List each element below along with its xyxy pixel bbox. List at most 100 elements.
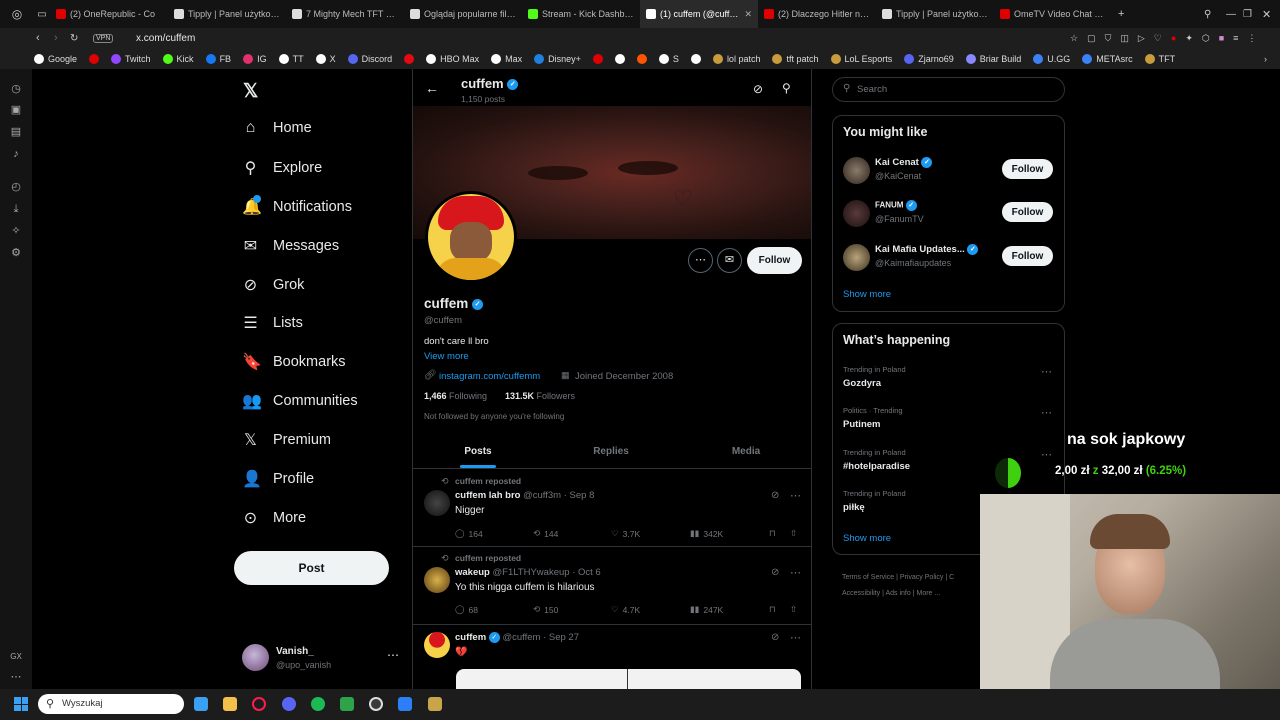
nav-item-grok[interactable]: ⊘ Grok bbox=[242, 275, 305, 295]
profile-search-icon[interactable]: ⚲ bbox=[782, 81, 791, 95]
settings-icon[interactable]: ⚙ bbox=[10, 247, 22, 259]
minimize-icon[interactable]: — bbox=[1226, 9, 1236, 20]
share-action[interactable]: ⇧ bbox=[790, 528, 797, 539]
bookmark-item[interactable]: Zjarno69 bbox=[904, 53, 954, 64]
play-icon[interactable]: ▷ bbox=[1138, 33, 1145, 44]
menu-icon[interactable]: ≡ bbox=[1233, 33, 1238, 44]
nav-item-communities[interactable]: 👥 Communities bbox=[242, 391, 358, 411]
bookmark-item[interactable]: Google bbox=[34, 53, 77, 64]
gx-icon[interactable]: GX bbox=[10, 651, 22, 663]
downloads-icon[interactable]: ⤓ bbox=[10, 203, 22, 215]
browser-tab[interactable]: Oglądaj popularne filmy bbox=[404, 0, 522, 28]
opera-gx-icon[interactable] bbox=[252, 697, 266, 711]
close-window-icon[interactable]: ✕ bbox=[1262, 8, 1271, 21]
footer-more[interactable]: More ... bbox=[917, 590, 941, 597]
post-author-handle[interactable]: @cuff3m bbox=[523, 490, 561, 501]
repost-action[interactable]: ⟲ 150 bbox=[533, 604, 558, 615]
footer-ads[interactable]: Ads info bbox=[885, 590, 910, 597]
post-date[interactable]: Sep 8 bbox=[570, 490, 595, 501]
post-more-icon[interactable]: ⋯ bbox=[790, 566, 801, 579]
post-avatar[interactable] bbox=[424, 567, 450, 593]
post-media[interactable] bbox=[456, 669, 801, 689]
trend-item[interactable]: Trending in Poland Gozdyra ⋯ bbox=[833, 365, 1064, 397]
windows-start-icon[interactable] bbox=[14, 697, 28, 711]
post-more-icon[interactable]: ⋯ bbox=[790, 489, 801, 502]
bookmark-item[interactable]: Discord bbox=[347, 53, 392, 64]
camera-icon[interactable]: ◫ bbox=[1120, 33, 1129, 44]
wallet-icon[interactable]: ⬡ bbox=[1202, 33, 1210, 44]
suggestion-avatar[interactable] bbox=[843, 244, 870, 271]
forward-icon[interactable]: › bbox=[54, 32, 58, 44]
history-icon[interactable]: ◴ bbox=[10, 181, 22, 193]
following-stat[interactable]: 1,466 Following bbox=[424, 391, 487, 401]
post-item[interactable]: ⟲ cuffem reposted cuffem lah bro @cuff3m… bbox=[413, 470, 811, 547]
bookmark-item[interactable] bbox=[614, 53, 625, 64]
bookmark-item[interactable]: tft patch bbox=[772, 53, 819, 64]
suggestion-follow-button[interactable]: Follow bbox=[1002, 159, 1053, 179]
screenshot-icon[interactable]: ▢ bbox=[1087, 33, 1096, 44]
nav-item-bookmarks[interactable]: 🔖 Bookmarks bbox=[242, 352, 346, 372]
heart-icon[interactable]: ♡ bbox=[1154, 33, 1162, 44]
browser-logo-icon[interactable]: ◎ bbox=[0, 7, 34, 21]
bookmark-item[interactable]: Disney+ bbox=[534, 53, 581, 64]
post-date[interactable]: Oct 6 bbox=[578, 567, 601, 578]
browser-tab[interactable]: (2) Dlaczego Hitler nien bbox=[758, 0, 876, 28]
bookmark-item[interactable]: IG bbox=[243, 53, 267, 64]
bookmark-item[interactable]: lol patch bbox=[712, 53, 760, 64]
repost-action[interactable]: ⟲ 144 bbox=[533, 528, 558, 539]
vpn-badge[interactable]: VPN bbox=[93, 33, 114, 43]
footer-privacy[interactable]: Privacy Policy bbox=[900, 574, 944, 581]
messenger-icon[interactable]: ▣ bbox=[10, 104, 22, 116]
nav-item-lists[interactable]: ☰ Lists bbox=[242, 313, 303, 333]
grok-analyze-icon[interactable]: ⊘ bbox=[753, 82, 763, 96]
post-author-name[interactable]: cuffem lah bro bbox=[455, 490, 520, 501]
nav-item-explore[interactable]: ⚲ Explore bbox=[242, 158, 323, 178]
views-action[interactable]: ▮▮ 247K bbox=[690, 604, 723, 615]
like-action[interactable]: ♡ 4.7K bbox=[611, 604, 640, 615]
maximize-icon[interactable]: ❐ bbox=[1243, 9, 1252, 20]
bookmark-item[interactable]: TFT bbox=[1144, 53, 1175, 64]
nav-item-profile[interactable]: 👤 Profile bbox=[242, 469, 314, 489]
post-date[interactable]: Sep 27 bbox=[549, 632, 579, 643]
post-grok-icon[interactable]: ⊘ bbox=[771, 490, 779, 501]
suggestion-item[interactable]: Kai Mafia Updates... ✓ @Kaimafiaupdates Fo… bbox=[833, 242, 1064, 274]
url-field[interactable]: x.com/cuffem bbox=[136, 33, 195, 44]
back-icon[interactable]: ‹ bbox=[36, 32, 40, 44]
suggestion-follow-button[interactable]: Follow bbox=[1002, 202, 1053, 222]
trend-more-icon[interactable]: ⋯ bbox=[1041, 448, 1052, 461]
taskbar-search[interactable]: ⚲ Wyszukaj bbox=[38, 694, 184, 714]
share-action[interactable]: ⇧ bbox=[790, 604, 797, 615]
reload-icon[interactable]: ↻ bbox=[70, 33, 78, 44]
follow-button[interactable]: Follow bbox=[747, 247, 802, 274]
post-item[interactable]: ⟲ cuffem reposted wakeup @F1LTHYwakeup ·… bbox=[413, 547, 811, 625]
more-vertical-icon[interactable]: ⋮ bbox=[1247, 33, 1256, 44]
post-grok-icon[interactable]: ⊘ bbox=[771, 632, 779, 643]
bookmark-action[interactable]: ⊓ bbox=[769, 528, 776, 539]
bookmark-item[interactable]: X bbox=[315, 53, 336, 64]
post-author-handle[interactable]: @F1LTHYwakeup bbox=[493, 567, 570, 578]
nav-item-home[interactable]: ⌂ Home bbox=[242, 119, 312, 137]
search-box[interactable]: ⚲ Search bbox=[832, 77, 1065, 102]
bookmarks-overflow-icon[interactable]: › bbox=[1264, 54, 1267, 64]
app-icon-blue[interactable] bbox=[398, 697, 412, 711]
bookmark-item[interactable] bbox=[690, 53, 701, 64]
trend-more-icon[interactable]: ⋯ bbox=[1041, 365, 1052, 378]
footer-terms[interactable]: Terms of Service bbox=[842, 574, 894, 581]
nav-item-premium[interactable]: 𝕏 Premium bbox=[242, 430, 331, 450]
bookmark-item[interactable] bbox=[636, 53, 647, 64]
new-tab-icon[interactable]: + bbox=[1118, 8, 1124, 20]
show-more-link[interactable]: Show more bbox=[843, 289, 891, 300]
more-options-button[interactable]: ⋯ bbox=[688, 248, 713, 273]
suggestion-avatar[interactable] bbox=[843, 200, 870, 227]
suggestion-name-text[interactable]: FANUM bbox=[875, 201, 903, 210]
footer-cookie[interactable]: C bbox=[949, 574, 954, 581]
post-grok-icon[interactable]: ⊘ bbox=[771, 567, 779, 578]
discord-icon[interactable] bbox=[282, 697, 296, 711]
shield-icon[interactable]: ⛉ bbox=[1105, 33, 1112, 44]
profile-icon[interactable]: ■ bbox=[1219, 33, 1224, 44]
browser-tab[interactable]: Tipply | Panel użytkown bbox=[168, 0, 286, 28]
app-icon-gold[interactable] bbox=[428, 697, 442, 711]
tab-manager-icon[interactable]: ▭ bbox=[34, 9, 50, 20]
reply-action[interactable]: ◯ 68 bbox=[455, 604, 478, 615]
views-action[interactable]: ▮▮ 342K bbox=[690, 528, 723, 539]
